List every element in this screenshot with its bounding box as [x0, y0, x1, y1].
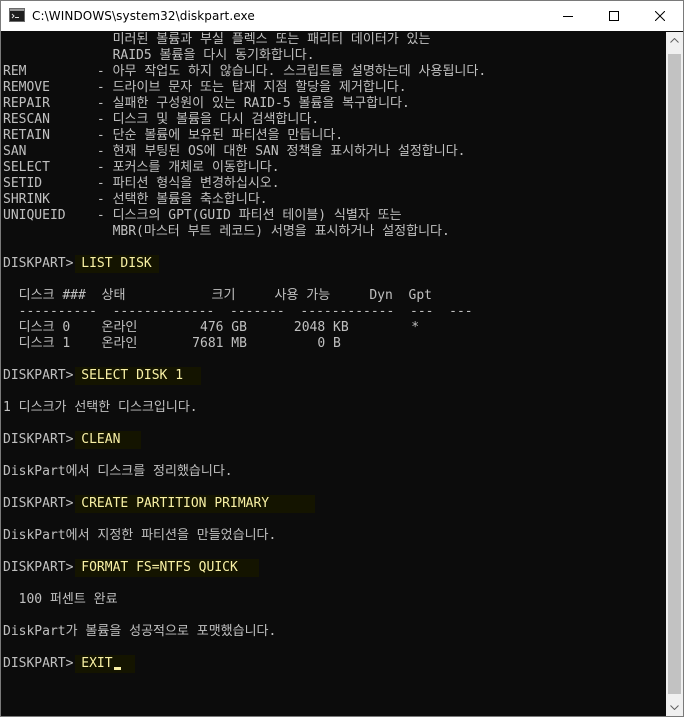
text-cursor — [113, 667, 121, 670]
command-line: DISKPART> FORMAT FS=NTFS QUICK — [3, 560, 238, 576]
prompt-text: DISKPART> — [3, 656, 82, 671]
vertical-scrollbar[interactable] — [666, 32, 683, 716]
command-list-disk: LIST DISK — [81, 256, 152, 271]
console-output[interactable]: 미러된 볼륨과 부실 플렉스 또는 패리티 데이터가 있는 RAID5 볼륨을 … — [1, 32, 666, 716]
prompt-text: DISKPART> — [3, 560, 82, 575]
help-line: RETAIN - 단순 볼륨에 보유된 파티션을 만듭니다. — [3, 128, 344, 143]
prompt-text: DISKPART> — [3, 432, 82, 447]
disk-table-header: 디스크 ### 상태 크기 사용 가능 Dyn Gpt — [3, 288, 432, 303]
title-bar[interactable]: C:\WINDOWS\system32\diskpart.exe — [1, 1, 683, 31]
prompt-text: DISKPART> — [3, 496, 82, 511]
format-progress: 100 퍼센트 완료 — [3, 592, 118, 607]
command-output: DiskPart에서 지정한 파티션을 만들었습니다. — [3, 528, 277, 543]
command-format: FORMAT FS=NTFS QUICK — [81, 560, 238, 575]
help-line: UNIQUEID - 디스크의 GPT(GUID 파티션 테이블) 식별자 또는 — [3, 208, 402, 223]
command-select-disk: SELECT DISK 1 — [81, 368, 184, 383]
window-title: C:\WINDOWS\system32\diskpart.exe — [32, 9, 255, 23]
command-exit: EXIT — [81, 656, 113, 671]
scrollbar-thumb[interactable] — [668, 54, 681, 694]
command-line: DISKPART> LIST DISK — [3, 256, 152, 272]
help-line: REPAIR - 실패한 구성원이 있는 RAID-5 볼륨을 복구합니다. — [3, 96, 410, 111]
console-app-icon — [9, 8, 25, 22]
disk-table-separator: ---------- ------------- ------- -------… — [3, 304, 473, 319]
command-line: DISKPART> CREATE PARTITION PRIMARY — [3, 496, 269, 512]
help-line: REMOVE - 드라이브 문자 또는 탑재 지점 할당을 제거합니다. — [3, 80, 407, 95]
help-line: RESCAN - 디스크 및 볼륨을 다시 검색합니다. — [3, 112, 320, 127]
help-line: SELECT - 포커스를 개체로 이동합니다. — [3, 160, 280, 175]
command-output: DiskPart가 볼륨을 성공적으로 포맷했습니다. — [3, 624, 277, 639]
help-line: REM - 아무 작업도 하지 않습니다. 스크립트를 설명하는데 사용됩니다. — [3, 64, 487, 79]
arrow-down-icon — [670, 705, 679, 710]
help-line: SHRINK - 선택한 볼륨을 축소합니다. — [3, 192, 268, 207]
help-line: RAID5 볼륨을 다시 동기화합니다. — [3, 48, 315, 63]
close-button[interactable] — [637, 1, 683, 31]
maximize-button[interactable] — [591, 1, 637, 31]
help-line: SAN - 현재 부팅된 OS에 대한 SAN 정책을 표시하거나 설정합니다. — [3, 144, 466, 159]
input-line[interactable]: DISKPART> EXIT — [3, 656, 121, 672]
command-output: 1 디스크가 선택한 디스크입니다. — [3, 400, 198, 415]
disk-table-row: 디스크 1 온라인 7681 MB 0 B — [3, 336, 341, 351]
help-line: MBR(마스터 부트 레코드) 서명을 표시하거나 설정합니다. — [3, 224, 450, 239]
minimize-icon — [563, 16, 573, 17]
disk-table-row: 디스크 0 온라인 476 GB 2048 KB * — [3, 320, 420, 335]
prompt-text: DISKPART> — [3, 368, 82, 383]
scroll-up-button[interactable] — [666, 32, 683, 49]
prompt-text: DISKPART> — [3, 256, 82, 271]
help-line: 미러된 볼륨과 부실 플렉스 또는 패리티 데이터가 있는 — [3, 32, 431, 47]
arrow-up-icon — [670, 38, 679, 43]
console-window: C:\WINDOWS\system32\diskpart.exe 미러된 볼륨과… — [0, 0, 684, 717]
close-icon — [655, 11, 665, 21]
command-create-partition: CREATE PARTITION PRIMARY — [81, 496, 270, 511]
command-output: DiskPart에서 디스크를 정리했습니다. — [3, 464, 233, 479]
command-clean: CLEAN — [81, 432, 121, 447]
command-line: DISKPART> SELECT DISK 1 — [3, 368, 183, 384]
minimize-button[interactable] — [545, 1, 591, 31]
command-line: DISKPART> CLEAN — [3, 432, 120, 448]
maximize-icon — [609, 11, 619, 21]
scroll-down-button[interactable] — [666, 699, 683, 716]
help-line: SETID - 파티션 형식을 변경하십시오. — [3, 176, 280, 191]
